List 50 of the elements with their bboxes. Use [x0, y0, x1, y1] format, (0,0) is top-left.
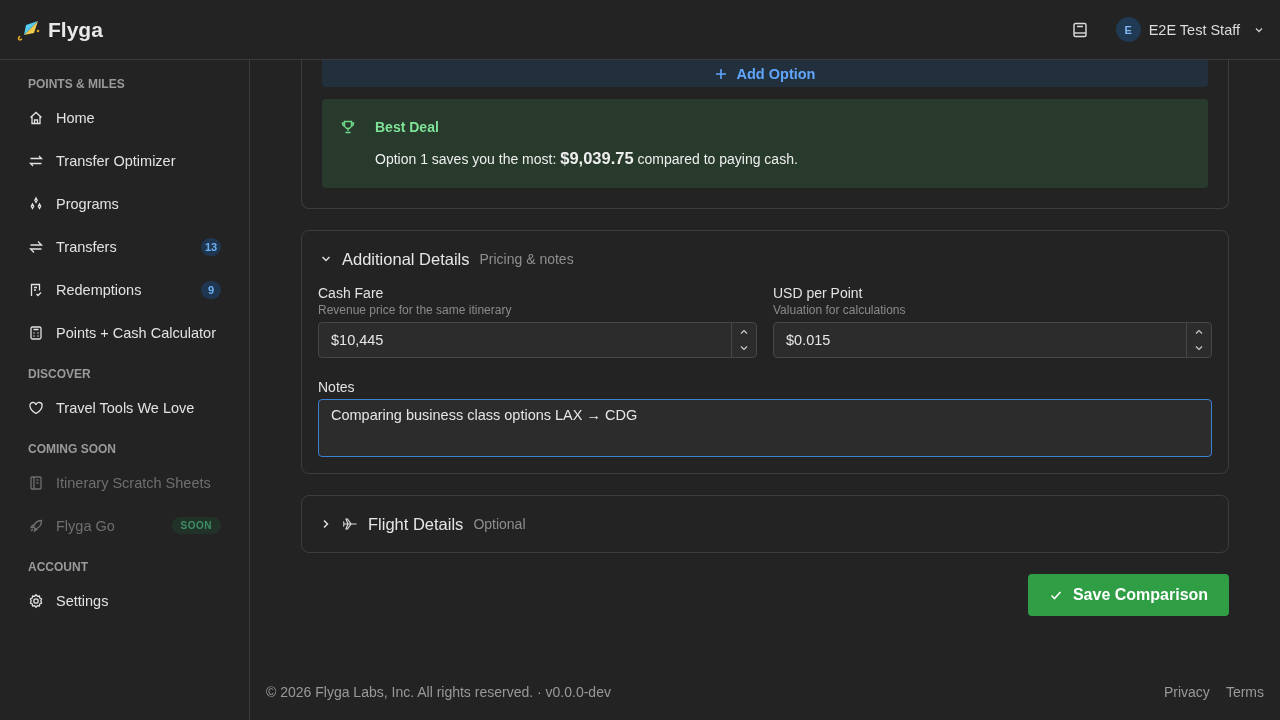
trophy-icon — [340, 119, 356, 135]
sidebar-item[interactable]: Travel Tools We Love — [0, 386, 249, 429]
section-heading: POINTS & MILES — [27, 76, 126, 92]
calc-icon — [28, 324, 44, 341]
section-heading: ACCOUNT — [27, 559, 89, 575]
section-toggle[interactable]: Flight Details Optional — [302, 496, 1228, 552]
copyright-text: © 2026 Flyga Labs, Inc. All rights reserved. · v0.0.0-dev — [266, 684, 611, 700]
soon-tag: SOON — [171, 517, 221, 534]
section-heading: COMING SOON — [27, 441, 117, 457]
footer-link[interactable]: Terms — [1225, 684, 1264, 700]
add-option-button[interactable]: Add Option — [322, 60, 1208, 87]
decrement-icon[interactable] — [739, 343, 749, 353]
sidebar-item[interactable]: Transfers 13 — [0, 225, 249, 268]
number-input[interactable]: $0.015 — [773, 322, 1212, 358]
receipt-icon — [28, 281, 44, 298]
field-hint: Valuation for calculations — [773, 303, 907, 317]
field-label: Cash Fare — [318, 285, 385, 301]
plus-icon — [714, 67, 727, 80]
best-deal-title: Best Deal — [375, 119, 439, 135]
user-name[interactable]: E2E Test Staff — [1148, 21, 1240, 38]
sidebar-item[interactable]: Transfer Optimizer — [0, 139, 249, 182]
gear-icon — [28, 592, 44, 609]
field-hint: Revenue price for the same itinerary — [318, 303, 513, 317]
count-badge: 13 — [201, 237, 221, 256]
footer-link[interactable]: Privacy — [1163, 684, 1210, 700]
increment-icon[interactable] — [1194, 327, 1204, 337]
notebook-icon — [28, 474, 44, 491]
sidebar-item[interactable]: Home — [0, 96, 249, 139]
sidebar-item[interactable]: Settings — [0, 579, 249, 622]
section-heading: DISCOVER — [27, 366, 92, 382]
book-icon[interactable] — [1071, 21, 1088, 38]
notes-textarea[interactable]: Comparing business class options LAX → CDG — [318, 399, 1212, 457]
increment-icon[interactable] — [739, 327, 749, 337]
section-toggle[interactable]: Additional Details Pricing & notes — [302, 231, 1228, 287]
sidebar-item[interactable]: Programs — [0, 182, 249, 225]
app-name: Flyga — [48, 17, 103, 42]
home-icon — [28, 109, 44, 126]
number-input[interactable]: $10,445 — [318, 322, 757, 358]
heart-icon — [28, 399, 44, 416]
user-avatar[interactable]: E — [1115, 17, 1141, 42]
airplane-icon — [342, 516, 358, 532]
field-label: Notes — [318, 379, 356, 395]
decrement-icon[interactable] — [1194, 343, 1204, 353]
savings-message: Option 1 saves you the most: $9,039.75 compared to paying cash. — [374, 149, 799, 168]
rocket-icon — [28, 517, 44, 534]
sidebar-item[interactable]: Redemptions 9 — [0, 268, 249, 311]
transfer-icon — [28, 238, 44, 255]
sidebar-item[interactable]: Points + Cash Calculator — [0, 311, 249, 354]
field-label: USD per Point — [773, 285, 864, 301]
count-badge: 9 — [201, 280, 221, 299]
